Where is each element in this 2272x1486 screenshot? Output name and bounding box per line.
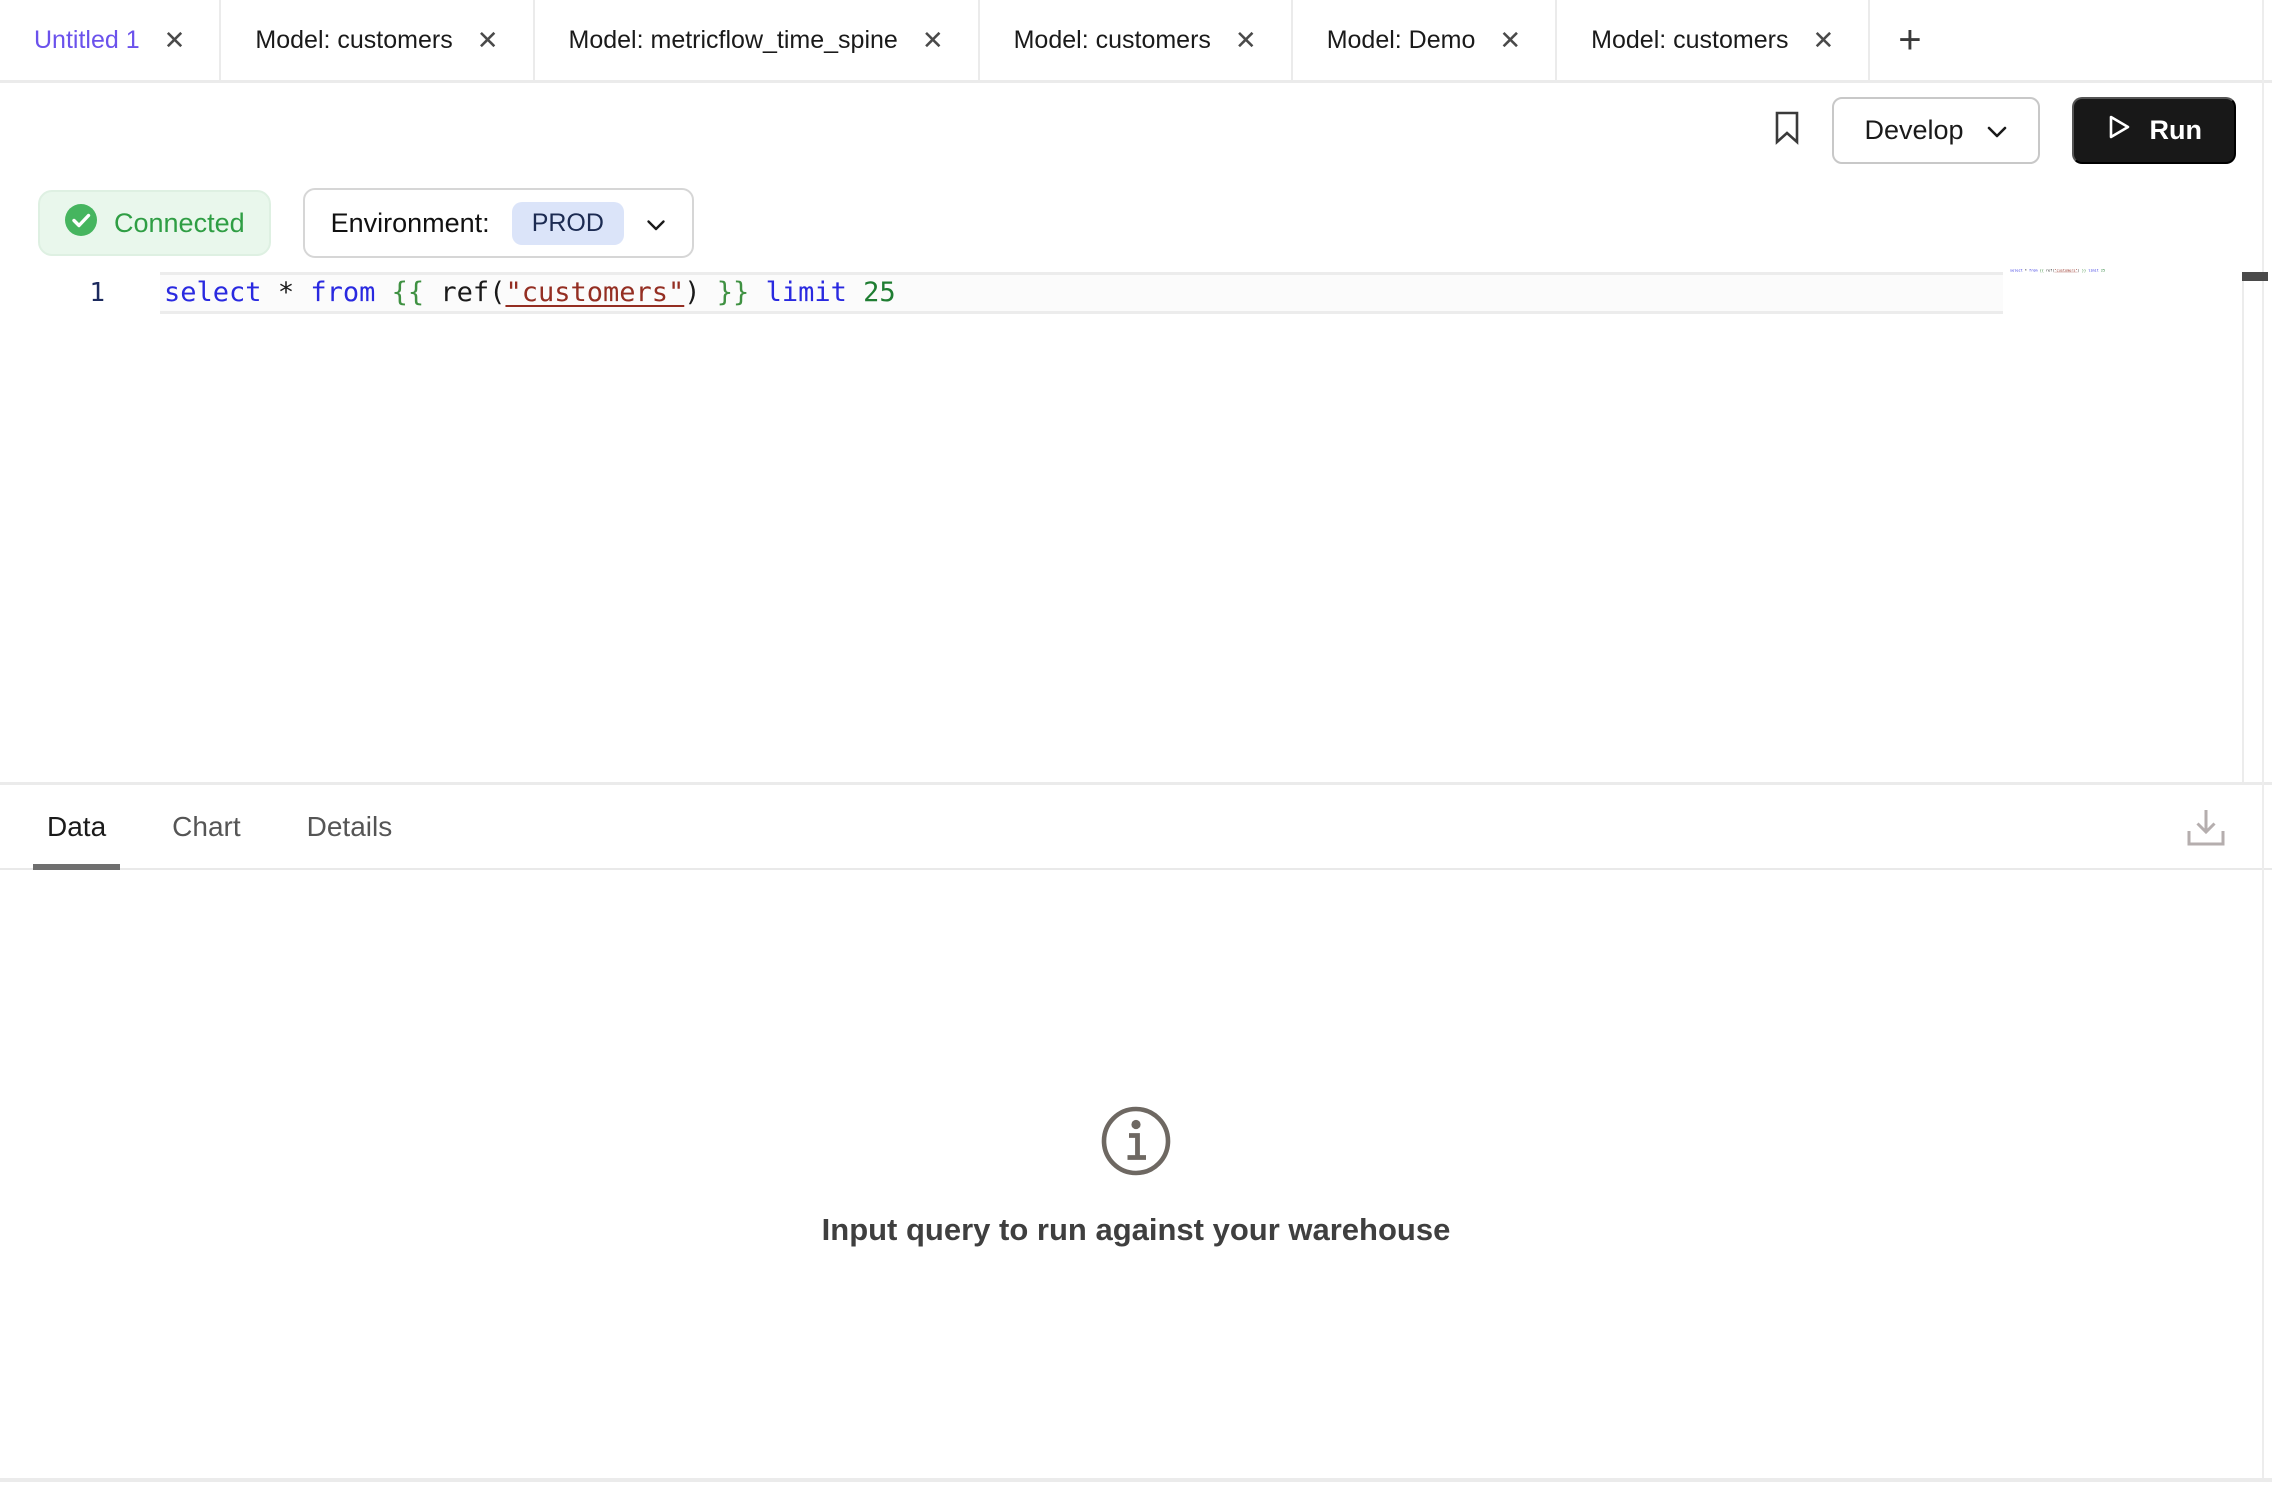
- connected-label: Connected: [114, 208, 245, 239]
- tab-label: Model: metricflow_time_spine: [569, 26, 898, 55]
- tab-details-label: Details: [307, 811, 393, 843]
- close-icon[interactable]: ✕: [164, 27, 186, 53]
- tab-details[interactable]: Details: [293, 785, 407, 868]
- close-icon[interactable]: ✕: [1235, 27, 1257, 53]
- results-panel-tabs: Data Chart Details: [0, 782, 2272, 870]
- close-icon[interactable]: ✕: [922, 27, 944, 53]
- line-number: 1: [0, 275, 105, 311]
- close-icon[interactable]: ✕: [1812, 27, 1834, 53]
- info-icon: [1100, 1105, 1172, 1182]
- editor-toolbar: Develop Run: [0, 83, 2272, 178]
- tab-model-customers-2[interactable]: Model: customers ✕: [980, 0, 1293, 80]
- tab-label: Model: customers: [255, 26, 452, 55]
- code-text: select * from {{ ref("customers") }} lim…: [160, 275, 896, 311]
- run-button[interactable]: Run: [2072, 97, 2236, 164]
- tab-label: Untitled 1: [34, 26, 140, 55]
- tab-label: Model: Demo: [1327, 26, 1476, 55]
- connection-status-badge: Connected: [38, 190, 271, 256]
- sql-code-editor[interactable]: 1 select * from {{ ref("customers") }} l…: [0, 260, 2272, 782]
- play-icon: [2106, 113, 2132, 148]
- chevron-down-icon: [646, 208, 666, 239]
- tab-untitled-1[interactable]: Untitled 1 ✕: [0, 0, 221, 80]
- active-code-line[interactable]: select * from {{ ref("customers") }} lim…: [160, 272, 2003, 314]
- tab-chart-label: Chart: [172, 811, 240, 843]
- new-tab-button[interactable]: +: [1870, 0, 1949, 80]
- window-scrollbar-track[interactable]: [2262, 0, 2264, 1478]
- connection-status-row: Connected Environment: PROD: [38, 188, 694, 258]
- tab-chart[interactable]: Chart: [158, 785, 254, 868]
- results-empty-state: Input query to run against your warehous…: [0, 872, 2272, 1478]
- download-results-button[interactable]: [2182, 805, 2230, 856]
- tab-model-demo[interactable]: Model: Demo ✕: [1293, 0, 1557, 80]
- develop-dropdown-button[interactable]: Develop: [1832, 97, 2039, 164]
- check-circle-icon: [64, 203, 98, 244]
- bottom-divider: [0, 1478, 2272, 1482]
- environment-label: Environment:: [331, 208, 490, 239]
- ide-window: Untitled 1 ✕ Model: customers ✕ Model: m…: [0, 0, 2272, 1486]
- bookmark-button[interactable]: [1774, 110, 1800, 151]
- plus-icon: +: [1898, 18, 1921, 63]
- tab-data-label: Data: [47, 811, 106, 843]
- editor-scrollbar-track: [2242, 272, 2244, 782]
- editor-minimap[interactable]: select * from {{ ref("customers") }} lim…: [2010, 268, 2105, 273]
- tab-model-metricflow-time-spine[interactable]: Model: metricflow_time_spine ✕: [535, 0, 980, 80]
- tab-model-customers-3[interactable]: Model: customers ✕: [1557, 0, 1870, 80]
- close-icon[interactable]: ✕: [477, 27, 499, 53]
- close-icon[interactable]: ✕: [1499, 27, 1521, 53]
- download-icon: [2182, 838, 2230, 855]
- chevron-down-icon: [1986, 115, 2008, 146]
- tab-label: Model: customers: [1014, 26, 1211, 55]
- tab-data[interactable]: Data: [33, 785, 120, 868]
- empty-state-message: Input query to run against your warehous…: [822, 1212, 1451, 1248]
- environment-selector[interactable]: Environment: PROD: [303, 188, 694, 258]
- tab-label: Model: customers: [1591, 26, 1788, 55]
- editor-scrollbar-thumb[interactable]: [2242, 272, 2268, 281]
- tab-model-customers-1[interactable]: Model: customers ✕: [221, 0, 534, 80]
- environment-value-badge: PROD: [512, 202, 624, 245]
- run-label: Run: [2150, 115, 2202, 146]
- develop-label: Develop: [1864, 115, 1963, 146]
- bookmark-icon: [1774, 110, 1800, 151]
- editor-tab-bar: Untitled 1 ✕ Model: customers ✕ Model: m…: [0, 0, 2272, 83]
